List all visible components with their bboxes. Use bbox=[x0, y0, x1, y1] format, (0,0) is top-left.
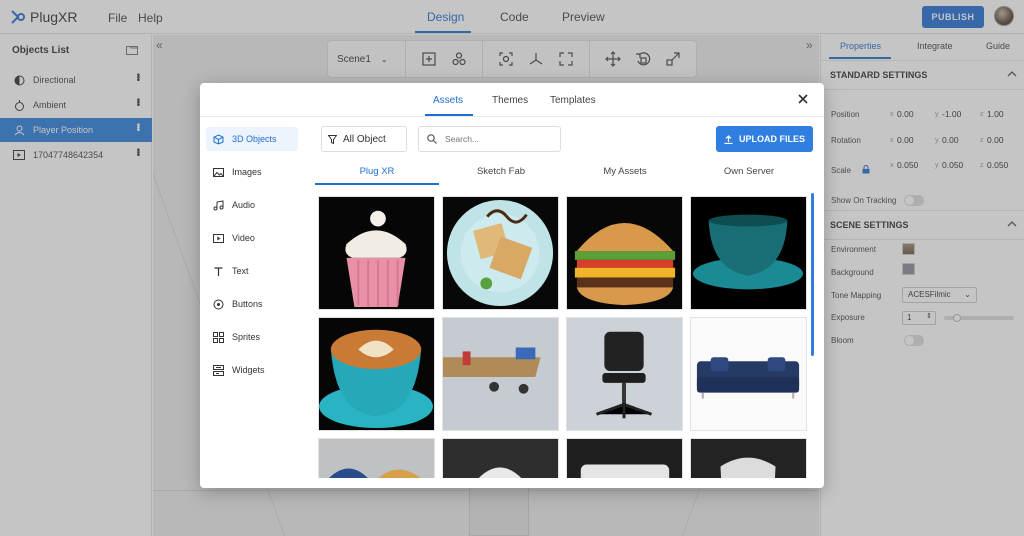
asset-office-chair[interactable] bbox=[566, 317, 683, 431]
asset-white-sofa[interactable] bbox=[566, 438, 683, 478]
asset-navy-sofa[interactable] bbox=[690, 317, 807, 431]
filter-label: All Object bbox=[343, 133, 386, 145]
search-input[interactable] bbox=[445, 134, 555, 144]
tab-assets[interactable]: Assets bbox=[433, 95, 463, 106]
image-icon bbox=[213, 167, 224, 177]
upload-files-button[interactable]: UPLOAD FILES bbox=[716, 126, 813, 152]
category-3d-objects[interactable]: 3D Objects bbox=[206, 127, 298, 151]
category-label: Audio bbox=[232, 200, 256, 210]
category-label: Buttons bbox=[232, 299, 263, 309]
divider bbox=[200, 116, 824, 117]
category-video[interactable]: Video bbox=[206, 226, 298, 250]
source-tab-sketchfab[interactable]: Sketch Fab bbox=[439, 166, 563, 177]
category-text[interactable]: Text bbox=[206, 259, 298, 283]
asset-grid-scrollbar[interactable] bbox=[811, 193, 814, 356]
search-icon bbox=[427, 134, 437, 144]
category-sprites[interactable]: Sprites bbox=[206, 325, 298, 349]
upload-label: UPLOAD FILES bbox=[738, 134, 805, 144]
text-icon bbox=[214, 266, 223, 276]
category-label: 3D Objects bbox=[232, 134, 277, 144]
tab-templates[interactable]: Templates bbox=[550, 95, 596, 106]
asset-grid bbox=[315, 193, 811, 478]
category-buttons[interactable]: Buttons bbox=[206, 292, 298, 316]
filter-icon bbox=[328, 134, 337, 144]
category-label: Video bbox=[232, 233, 255, 243]
asset-cupcake[interactable] bbox=[318, 196, 435, 310]
source-tab-own-server[interactable]: Own Server bbox=[687, 166, 811, 177]
asset-teal-cup[interactable] bbox=[690, 196, 807, 310]
asset-chairs-blue[interactable] bbox=[318, 438, 435, 478]
asset-burger[interactable] bbox=[566, 196, 683, 310]
source-tab-plugxr[interactable]: Plug XR bbox=[315, 166, 439, 177]
assets-modal: Assets Themes Templates 3D Objects Image… bbox=[200, 83, 824, 488]
category-audio[interactable]: Audio bbox=[206, 193, 298, 217]
category-label: Sprites bbox=[232, 332, 261, 342]
category-label: Text bbox=[232, 266, 249, 276]
source-tab-my-assets[interactable]: My Assets bbox=[563, 166, 687, 177]
asset-armchair[interactable] bbox=[690, 438, 807, 478]
category-widgets[interactable]: Widgets bbox=[206, 358, 298, 382]
category-label: Images bbox=[232, 167, 262, 177]
play-icon bbox=[213, 233, 224, 243]
asset-search[interactable] bbox=[418, 126, 561, 152]
category-label: Widgets bbox=[232, 365, 265, 375]
tab-themes[interactable]: Themes bbox=[492, 95, 528, 106]
category-images[interactable]: Images bbox=[206, 160, 298, 184]
button-icon bbox=[213, 299, 224, 309]
widgets-icon bbox=[213, 364, 224, 376]
asset-coffee-latte[interactable] bbox=[318, 317, 435, 431]
active-source-indicator bbox=[315, 183, 439, 185]
asset-white-chair[interactable] bbox=[442, 438, 559, 478]
upload-icon bbox=[724, 134, 733, 144]
music-note-icon bbox=[213, 199, 224, 210]
close-icon[interactable] bbox=[797, 93, 809, 105]
asset-waffle-plate[interactable] bbox=[442, 196, 559, 310]
sprites-icon bbox=[213, 331, 224, 343]
cube-icon bbox=[213, 133, 224, 145]
asset-office-desks[interactable] bbox=[442, 317, 559, 431]
object-filter[interactable]: All Object bbox=[321, 126, 407, 152]
